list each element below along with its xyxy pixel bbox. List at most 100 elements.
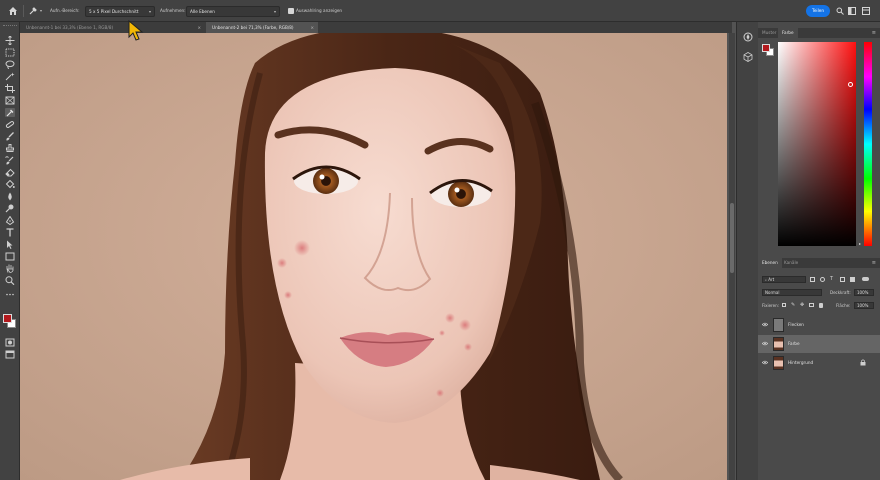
tab-color[interactable]: Farbe <box>778 28 798 38</box>
layer-row-flecken[interactable]: Flecken <box>758 316 880 334</box>
kind-filter-value: Art <box>768 277 775 282</box>
fill-label: Fläche: <box>836 303 851 308</box>
panel-menu-icon[interactable]: ≡ <box>872 258 876 268</box>
healing-brush-icon[interactable] <box>5 120 15 129</box>
opacity-input[interactable]: 100% <box>854 289 874 296</box>
frame-icon[interactable] <box>5 96 15 105</box>
pixel-filter-icon[interactable] <box>810 277 815 282</box>
screen-mode-icon[interactable] <box>5 350 15 359</box>
blend-mode-dropdown[interactable]: Normal <box>762 289 822 296</box>
adjustment-filter-icon[interactable] <box>820 277 825 282</box>
dodge-icon[interactable] <box>5 204 15 213</box>
eye-icon[interactable] <box>762 341 768 346</box>
search-icon[interactable] <box>836 7 844 15</box>
layer-thumbnail <box>773 337 784 351</box>
eye-icon[interactable] <box>762 322 768 327</box>
fill-input[interactable]: 100% <box>854 302 874 309</box>
color-picker-field[interactable] <box>778 42 856 246</box>
layer-filter-icons: T <box>810 276 878 284</box>
hue-slider[interactable] <box>864 42 872 246</box>
tab-label: Kanäle <box>784 260 799 265</box>
lock-icon[interactable] <box>860 359 866 366</box>
tab-label: Farbe <box>782 30 794 35</box>
lock-artboard-icon[interactable] <box>809 303 814 307</box>
sample-size-label: Aufn.-Bereich: <box>50 8 80 13</box>
eye-icon[interactable] <box>762 360 768 365</box>
lock-image-icon[interactable]: ✎ <box>791 302 795 308</box>
kind-filter-dropdown[interactable]: ⌕ Art <box>762 276 806 283</box>
clone-stamp-icon[interactable] <box>5 144 15 153</box>
show-ring-checkbox[interactable] <box>288 8 294 14</box>
eraser-icon[interactable] <box>5 168 15 177</box>
tool-preset-caret[interactable]: ▾ <box>40 8 42 13</box>
shape-filter-icon[interactable] <box>840 277 845 282</box>
sample-dropdown[interactable]: Alle Ebenen ▾ <box>186 6 280 17</box>
workspace-icon[interactable] <box>848 7 856 15</box>
history-brush-icon[interactable] <box>5 156 15 165</box>
hue-slider-handle[interactable]: ▸ <box>859 241 861 246</box>
crop-icon[interactable] <box>5 84 15 93</box>
close-icon[interactable]: × <box>197 22 201 33</box>
quick-mask-icon[interactable] <box>5 338 15 347</box>
eyedropper-icon[interactable] <box>28 6 38 16</box>
eyedropper-icon[interactable] <box>5 108 15 117</box>
options-bar: ▾ Aufn.-Bereich: 5 x 5 Pixel Durchschnit… <box>0 0 880 22</box>
layer-row-hintergrund[interactable]: Hintergrund <box>758 354 880 372</box>
opacity-label: Deckkraft: <box>830 290 851 295</box>
navigator-icon[interactable] <box>743 32 753 42</box>
brush-icon[interactable] <box>5 132 15 141</box>
tab-label: Ebenen <box>762 260 778 265</box>
lock-icons: ✎ ✥ <box>782 302 830 309</box>
lock-all-icon[interactable] <box>819 303 823 308</box>
sample-label: Aufnehmen: <box>160 8 186 13</box>
marquee-icon[interactable] <box>5 48 15 57</box>
color-picker-ring[interactable] <box>848 82 853 87</box>
document-canvas[interactable] <box>20 33 727 480</box>
path-selection-icon[interactable] <box>5 240 15 249</box>
type-filter-icon[interactable]: T <box>830 276 833 282</box>
close-icon[interactable]: × <box>310 22 314 33</box>
color-panel-tabs: Muster Farbe ≡ <box>758 28 880 38</box>
panel-grip <box>3 25 17 28</box>
blur-icon[interactable] <box>5 192 15 201</box>
panel-icon-strip <box>736 22 758 480</box>
lock-position-icon[interactable]: ✥ <box>800 302 804 308</box>
arrange-icon[interactable] <box>862 7 870 15</box>
canvas-scrollbar[interactable] <box>729 33 735 480</box>
layers-panel: Ebenen Kanäle ≡ ⌕ Art T Normal Deckkraft… <box>758 258 880 480</box>
tab-layers[interactable]: Ebenen <box>758 258 782 268</box>
paint-bucket-icon[interactable] <box>5 179 15 189</box>
hand-icon[interactable] <box>5 264 15 273</box>
foreground-color-swatch[interactable] <box>3 314 12 323</box>
3d-cube-icon[interactable] <box>743 52 753 62</box>
sample-size-dropdown[interactable]: 5 x 5 Pixel Durchschnitt ▾ <box>85 6 155 17</box>
rectangle-icon[interactable] <box>5 252 15 261</box>
move-icon[interactable] <box>5 35 15 46</box>
zoom-icon[interactable] <box>5 276 15 286</box>
blend-mode-value: Normal <box>765 290 780 295</box>
chevron-down-icon: ▾ <box>148 9 151 14</box>
tab-document-1[interactable]: Unbenannt-1 bei 33,3% (Ebene 1, RGB/8) × <box>20 22 205 33</box>
share-button[interactable]: Teilen <box>806 5 830 17</box>
scrollbar-thumb[interactable] <box>730 203 734 273</box>
pen-icon[interactable] <box>5 215 15 226</box>
lasso-icon[interactable] <box>5 60 15 69</box>
opacity-value: 100% <box>857 290 869 295</box>
lock-label: Fixieren: <box>762 303 779 308</box>
chevron-down-icon: ▾ <box>273 9 276 14</box>
tab-document-2[interactable]: Unbenannt-2 bei 71,3% (Farbe, RGB/8) × <box>206 22 318 33</box>
foreground-color-swatch[interactable] <box>762 44 770 52</box>
panel-menu-icon[interactable]: ≡ <box>872 28 876 38</box>
home-icon[interactable] <box>8 6 18 16</box>
more-tools-icon[interactable] <box>5 290 15 299</box>
smart-object-filter-icon[interactable] <box>850 277 855 282</box>
filter-toggle[interactable] <box>862 277 869 281</box>
layers-panel-tabs: Ebenen Kanäle ≡ <box>758 258 880 268</box>
tab-channels[interactable]: Kanäle <box>780 258 802 268</box>
layer-row-farbe[interactable]: Farbe <box>758 335 880 353</box>
lock-transparency-icon[interactable] <box>782 303 786 307</box>
document-tabs: Unbenannt-1 bei 33,3% (Ebene 1, RGB/8) ×… <box>20 22 732 33</box>
share-label: Teilen <box>812 8 824 13</box>
type-icon[interactable] <box>5 228 15 237</box>
magic-wand-icon[interactable] <box>5 72 15 81</box>
